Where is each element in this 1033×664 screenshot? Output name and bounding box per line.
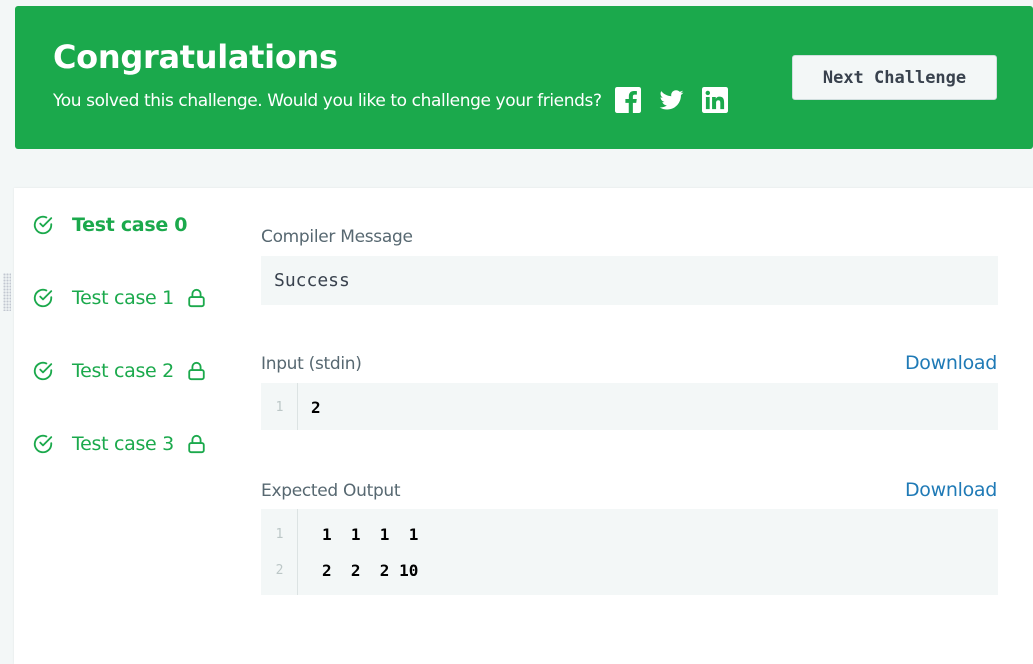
- code-text: 2 2 2 10: [322, 560, 419, 580]
- test-case-tab-1[interactable]: Test case 1: [32, 285, 206, 311]
- test-case-tab-2[interactable]: Test case 2: [32, 358, 206, 384]
- code-text: 2: [311, 397, 321, 417]
- check-circle-icon: [32, 433, 54, 455]
- code-line: 1 1 1 1 1: [261, 523, 998, 545]
- test-case-tab-0[interactable]: Test case 0: [32, 212, 187, 238]
- line-number-gutter: [261, 509, 298, 595]
- banner-subtitle: You solved this challenge. Would you lik…: [53, 91, 602, 111]
- check-circle-icon: [32, 287, 54, 309]
- expected-output-download-link[interactable]: Download: [905, 479, 997, 501]
- line-number: 1: [275, 399, 284, 415]
- test-case-label: Test case 1: [72, 287, 174, 309]
- test-case-tab-3[interactable]: Test case 3: [32, 431, 206, 457]
- test-case-label: Test case 3: [72, 433, 174, 455]
- code-text: 1 1 1 1: [322, 524, 419, 544]
- check-circle-icon: [32, 214, 54, 236]
- lock-icon: [187, 434, 206, 454]
- lock-icon: [187, 361, 206, 381]
- test-results-panel: Test case 0 Test case 1 Test case 2 Test…: [14, 188, 1033, 664]
- compiler-message-text: Success: [274, 270, 350, 291]
- linkedin-icon[interactable]: [702, 87, 728, 113]
- test-case-label: Test case 2: [72, 360, 174, 382]
- check-circle-icon: [32, 360, 54, 382]
- banner-title: Congratulations: [53, 38, 338, 76]
- lock-icon: [187, 288, 206, 308]
- success-banner: Congratulations You solved this challeng…: [15, 6, 1033, 149]
- resize-handle[interactable]: [3, 273, 11, 311]
- input-download-link[interactable]: Download: [905, 352, 997, 374]
- line-number: 2: [275, 562, 284, 578]
- compiler-message-label: Compiler Message: [261, 227, 413, 247]
- expected-output-code-box: 1 1 1 1 1 2 2 2 2 10: [261, 509, 998, 595]
- input-code-box: 1 2: [261, 383, 998, 430]
- input-label: Input (stdin): [261, 354, 362, 374]
- line-number: 1: [275, 526, 284, 542]
- code-line: 1 2: [261, 396, 998, 418]
- expected-output-label: Expected Output: [261, 481, 401, 501]
- twitter-icon[interactable]: [658, 87, 685, 113]
- next-challenge-button[interactable]: Next Challenge: [792, 55, 997, 100]
- test-case-label: Test case 0: [72, 214, 188, 236]
- code-line: 2 2 2 2 10: [261, 559, 998, 581]
- facebook-icon[interactable]: [615, 87, 641, 113]
- compiler-message-box: Success: [261, 256, 998, 305]
